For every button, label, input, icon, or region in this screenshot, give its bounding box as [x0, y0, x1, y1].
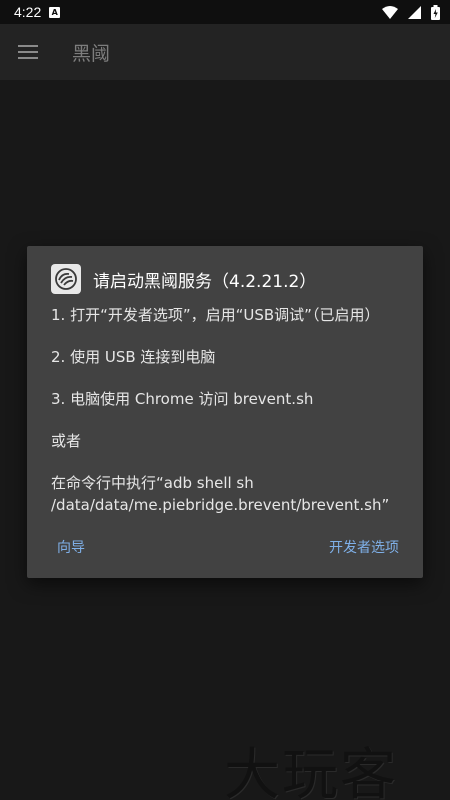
status-bar: 4:22 A: [0, 0, 450, 24]
app-bar: 黑阈: [0, 24, 450, 80]
watermark-logo: 大玩客: [224, 743, 398, 800]
wifi-icon: [382, 5, 398, 19]
step-visit-chrome: 3. 电脑使用 Chrome 访问 brevent.sh: [51, 390, 314, 408]
dialog-header: 请启动黑阈服务（4.2.21.2）: [51, 264, 316, 294]
brevent-logo-icon: [51, 264, 81, 294]
step-enable-usb-debugging: 1. 打开“开发者选项”，启用“USB调试”（已启用）: [51, 306, 380, 324]
signal-icon: [408, 5, 421, 19]
command-instruction: 在命令行中执行“adb shell sh /data/data/me.piebr…: [51, 474, 390, 514]
notification-icon: A: [49, 6, 61, 18]
dialog-actions: 向导 开发者选项: [27, 534, 423, 562]
dialog-title: 请启动黑阈服务（4.2.21.2）: [93, 271, 317, 292]
or-label: 或者: [51, 432, 82, 450]
guide-button[interactable]: 向导: [57, 534, 85, 562]
app-title: 黑阈: [72, 42, 111, 65]
status-time: 4:22: [14, 4, 42, 20]
dialog-body: 1. 打开“开发者选项”，启用“USB调试”（已启用） 2. 使用 USB 连接…: [51, 304, 407, 516]
step-connect-usb: 2. 使用 USB 连接到电脑: [51, 348, 216, 366]
developer-options-button[interactable]: 开发者选项: [329, 534, 399, 562]
battery-icon: [431, 4, 440, 20]
start-service-dialog: 请启动黑阈服务（4.2.21.2） 1. 打开“开发者选项”，启用“USB调试”…: [27, 246, 423, 578]
menu-icon[interactable]: [0, 24, 56, 80]
status-icons: [382, 4, 440, 20]
